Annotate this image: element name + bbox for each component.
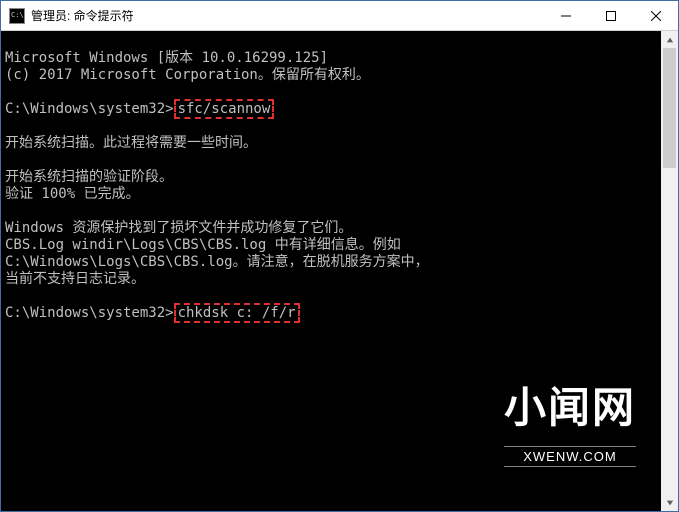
prompt-line: C:\Windows\system32>chkdsk c: /f/r — [5, 305, 657, 322]
window-title: 管理员: 命令提示符 — [31, 7, 543, 24]
blank-line — [5, 203, 657, 220]
close-button[interactable] — [633, 1, 678, 30]
output-line: C:\Windows\Logs\CBS\CBS.log。请注意，在脱机服务方案中… — [5, 254, 657, 271]
titlebar[interactable]: 管理员: 命令提示符 — [1, 1, 678, 31]
terminal-area: Microsoft Windows [版本 10.0.16299.125](c)… — [1, 31, 678, 511]
output-line: (c) 2017 Microsoft Corporation。保留所有权利。 — [5, 67, 657, 84]
output-line: 验证 100% 已完成。 — [5, 186, 657, 203]
blank-line — [5, 84, 657, 101]
prompt-prefix: C:\Windows\system32> — [5, 305, 174, 321]
blank-line — [5, 118, 657, 135]
maximize-button[interactable] — [588, 1, 633, 30]
app-icon — [9, 8, 25, 24]
watermark-url: XWENW.COM — [504, 446, 636, 467]
watermark-logo: 小闻网 — [504, 399, 636, 416]
command-prompt-window: 管理员: 命令提示符 Microsoft Windows [版本 10.0.16… — [0, 0, 679, 512]
window-controls — [543, 1, 678, 30]
terminal-output[interactable]: Microsoft Windows [版本 10.0.16299.125](c)… — [1, 31, 661, 511]
output-line: 当前不支持日志记录。 — [5, 271, 657, 288]
highlighted-command: chkdsk c: /f/r — [174, 303, 300, 323]
scroll-down-button[interactable] — [661, 494, 678, 511]
output-line: CBS.Log windir\Logs\CBS\CBS.log 中有详细信息。例… — [5, 237, 657, 254]
scrollbar-track[interactable] — [661, 48, 678, 494]
highlighted-command: sfc/scannow — [174, 99, 275, 119]
scroll-up-button[interactable] — [661, 31, 678, 48]
output-line: 开始系统扫描的验证阶段。 — [5, 169, 657, 186]
prompt-prefix: C:\Windows\system32> — [5, 101, 174, 117]
minimize-button[interactable] — [543, 1, 588, 30]
output-line: 开始系统扫描。此过程将需要一些时间。 — [5, 135, 657, 152]
blank-line — [5, 288, 657, 305]
output-line: Windows 资源保护找到了损坏文件并成功修复了它们。 — [5, 220, 657, 237]
scrollbar-thumb[interactable] — [663, 48, 676, 168]
prompt-line: C:\Windows\system32>sfc/scannow — [5, 101, 657, 118]
vertical-scrollbar[interactable] — [661, 31, 678, 511]
blank-line — [5, 152, 657, 169]
watermark: 小闻网 XWENW.COM — [504, 365, 636, 501]
output-line: Microsoft Windows [版本 10.0.16299.125] — [5, 50, 657, 67]
